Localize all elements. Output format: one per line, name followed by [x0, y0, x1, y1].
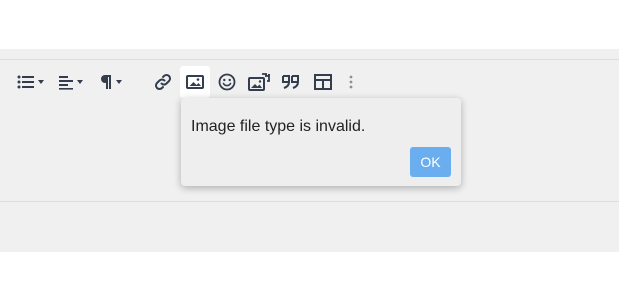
list-icon	[17, 74, 35, 90]
link-icon	[154, 73, 172, 91]
list-button[interactable]	[14, 66, 46, 98]
paragraph-button[interactable]	[94, 66, 126, 98]
more-vertical-icon	[349, 75, 353, 89]
media-gallery-button[interactable]	[244, 66, 274, 98]
alert-message: Image file type is invalid.	[191, 118, 366, 135]
align-button[interactable]	[54, 66, 86, 98]
ok-button[interactable]: OK	[410, 147, 451, 177]
chevron-down-icon	[76, 80, 83, 84]
table-button[interactable]	[308, 66, 338, 98]
alert-dialog: Image file type is invalid. OK	[181, 98, 461, 186]
chevron-down-icon	[115, 80, 122, 84]
editor-bottom-border	[0, 201, 619, 202]
chevron-down-icon	[37, 80, 44, 84]
image-button[interactable]	[180, 66, 210, 98]
smiley-icon	[218, 73, 236, 91]
more-button[interactable]	[342, 66, 360, 98]
table-icon	[314, 74, 332, 90]
paragraph-icon	[99, 74, 113, 90]
link-button[interactable]	[148, 66, 178, 98]
media-gallery-icon	[248, 73, 270, 91]
align-icon	[58, 74, 74, 90]
emoji-button[interactable]	[212, 66, 242, 98]
editor-toolbar	[0, 62, 619, 102]
editor-top-border	[0, 59, 619, 60]
quote-button[interactable]	[276, 66, 306, 98]
quote-icon	[281, 74, 301, 90]
image-icon	[186, 74, 204, 90]
